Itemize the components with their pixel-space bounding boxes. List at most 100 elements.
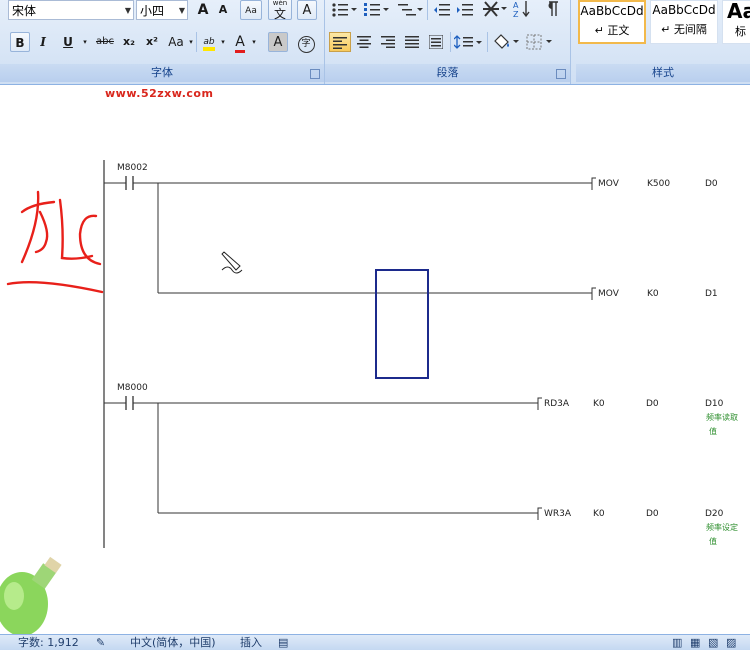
distribute-button[interactable] bbox=[425, 32, 447, 52]
phonetic-guide-icon: 文 bbox=[273, 7, 286, 21]
font-size-value: 小四 bbox=[140, 4, 165, 18]
instr-rd3a-arg2: D0 bbox=[646, 399, 659, 409]
chevron-down-icon: ▼ bbox=[124, 6, 131, 15]
insert-mode[interactable]: 插入 bbox=[240, 635, 262, 650]
macro-record-icon[interactable]: ▤ bbox=[278, 635, 288, 650]
instruction-bracket bbox=[591, 177, 596, 190]
selection-box[interactable] bbox=[375, 269, 429, 379]
style-heading[interactable]: Aa 标 bbox=[722, 0, 750, 44]
enclose-char-button[interactable]: 字 bbox=[296, 32, 316, 53]
borders-button[interactable] bbox=[525, 32, 555, 52]
document-area[interactable]: www.52zxw.com M8002 MOV K500 D0 MOV K0 D… bbox=[0, 85, 750, 634]
shrink-font-icon: A bbox=[218, 3, 228, 16]
italic-button[interactable]: I bbox=[33, 32, 53, 52]
align-left-icon bbox=[333, 37, 347, 49]
justify-button[interactable] bbox=[401, 32, 423, 52]
instruction-bracket bbox=[591, 287, 596, 300]
shrink-font-button[interactable]: A bbox=[214, 0, 232, 20]
char-shading-button[interactable]: A bbox=[268, 32, 288, 52]
paragraph-group: A Z 段落 bbox=[325, 0, 571, 84]
contact-m8000[interactable] bbox=[104, 396, 538, 410]
style-no-spacing[interactable]: AaBbCcDd ↵ 无间隔 bbox=[650, 0, 718, 44]
language-indicator[interactable]: 中文(简体，中国) bbox=[130, 635, 216, 650]
increase-indent-icon[interactable] bbox=[456, 2, 474, 18]
underline-button[interactable]: U bbox=[56, 32, 80, 52]
strikethrough-button[interactable]: abc bbox=[93, 32, 117, 52]
highlight-dropdown[interactable]: ▾ bbox=[219, 32, 227, 52]
svg-text:A: A bbox=[513, 1, 519, 10]
distribute-icon bbox=[428, 34, 444, 50]
comment-wr3a-line2: 值 bbox=[709, 536, 717, 546]
font-name-value: 宋体 bbox=[12, 4, 37, 18]
grow-font-icon: A bbox=[197, 2, 209, 18]
status-bar: 字数: 1,912 ✎ 中文(简体，中国) 插入 ▤ ▥ ▦ ▧ ▨ bbox=[0, 634, 750, 650]
separator bbox=[196, 32, 197, 52]
grow-font-button[interactable]: A bbox=[193, 0, 213, 20]
highlight-button[interactable]: ab bbox=[199, 32, 219, 52]
separator bbox=[427, 0, 428, 20]
contact-m8002[interactable] bbox=[104, 176, 592, 190]
paragraph-dialog-launcher[interactable] bbox=[556, 69, 566, 79]
font-size-combo[interactable]: 小四 ▼ bbox=[136, 0, 188, 20]
chevron-down-icon: ▼ bbox=[178, 6, 185, 15]
superscript-button[interactable]: x² bbox=[142, 32, 162, 52]
view-print-layout-icon[interactable]: ▥ bbox=[672, 635, 682, 650]
change-case-dropdown[interactable]: ▾ bbox=[187, 32, 195, 52]
clear-format-button[interactable]: Aa bbox=[240, 0, 262, 20]
font-color-dropdown[interactable]: ▾ bbox=[250, 32, 258, 52]
word-count[interactable]: 字数: 1,912 bbox=[18, 635, 79, 650]
char-border-button[interactable]: A bbox=[297, 0, 317, 20]
style-normal-sample: AaBbCcDd bbox=[580, 4, 644, 18]
instr-mov-1-src: K500 bbox=[647, 179, 670, 189]
styles-group-label: 样式 bbox=[576, 64, 750, 82]
char-shading-icon: A bbox=[273, 35, 283, 50]
styles-group: AaBbCcDd ↵ 正文 AaBbCcDd ↵ 无间隔 Aa 标 样式 bbox=[576, 0, 750, 84]
instr-rd3a: RD3A bbox=[544, 399, 570, 409]
paint-bucket-icon bbox=[494, 34, 519, 49]
instr-rd3a-arg3: D10 bbox=[705, 399, 724, 409]
comment-rd3a-line2: 值 bbox=[709, 426, 717, 436]
sort-icon[interactable]: A Z bbox=[513, 0, 533, 18]
enclose-char-icon: 字 bbox=[297, 36, 315, 53]
view-web-layout-icon[interactable]: ▧ bbox=[708, 635, 718, 650]
font-color-button[interactable]: A bbox=[230, 32, 250, 53]
subscript-button[interactable]: x₂ bbox=[119, 32, 139, 52]
line-spacing-icon bbox=[453, 35, 482, 49]
underline-dropdown[interactable]: ▾ bbox=[80, 32, 90, 52]
underline-icon: U bbox=[63, 35, 73, 49]
instr-mov-1-dst: D0 bbox=[705, 179, 718, 189]
align-left-button[interactable] bbox=[329, 32, 351, 52]
borders-icon bbox=[526, 34, 552, 50]
style-no-spacing-name: ↵ 无间隔 bbox=[661, 23, 707, 36]
style-normal[interactable]: AaBbCcDd ↵ 正文 bbox=[578, 0, 646, 44]
chinese-layout-icon[interactable] bbox=[481, 0, 507, 18]
align-center-button[interactable] bbox=[353, 32, 375, 52]
instr-rd3a-arg1: K0 bbox=[593, 399, 605, 409]
font-name-combo[interactable]: 宋体 ▼ bbox=[8, 0, 134, 20]
proofing-icon[interactable]: ✎ bbox=[96, 635, 105, 650]
decrease-indent-icon[interactable] bbox=[433, 2, 451, 18]
phonetic-guide-button[interactable]: wén 文 bbox=[268, 0, 292, 20]
view-outline-icon[interactable]: ▨ bbox=[726, 635, 736, 650]
italic-icon: I bbox=[40, 35, 46, 49]
bold-button[interactable]: B bbox=[10, 32, 30, 52]
multilevel-list-icon[interactable] bbox=[397, 2, 423, 18]
view-full-screen-icon[interactable]: ▦ bbox=[690, 635, 700, 650]
font-dialog-launcher[interactable] bbox=[310, 69, 320, 79]
bold-icon: B bbox=[15, 36, 25, 50]
show-formatting-icon[interactable] bbox=[543, 0, 561, 18]
line-spacing-button[interactable] bbox=[453, 32, 483, 52]
instr-mov-1: MOV bbox=[598, 179, 620, 189]
shading-button[interactable] bbox=[491, 32, 521, 52]
bullets-icon[interactable] bbox=[331, 2, 357, 18]
char-border-icon: A bbox=[302, 3, 312, 18]
style-normal-name: ↵ 正文 bbox=[594, 24, 630, 37]
align-center-icon bbox=[357, 36, 371, 48]
comment-rd3a-line1: 频率读取 bbox=[706, 412, 738, 422]
align-right-button[interactable] bbox=[377, 32, 399, 52]
instr-wr3a-arg3: D20 bbox=[705, 509, 724, 519]
numbering-icon[interactable] bbox=[363, 2, 389, 18]
handwritten-plc-annotation bbox=[6, 190, 104, 294]
subscript-icon: x₂ bbox=[123, 35, 135, 48]
change-case-button[interactable]: Aa bbox=[165, 32, 187, 52]
